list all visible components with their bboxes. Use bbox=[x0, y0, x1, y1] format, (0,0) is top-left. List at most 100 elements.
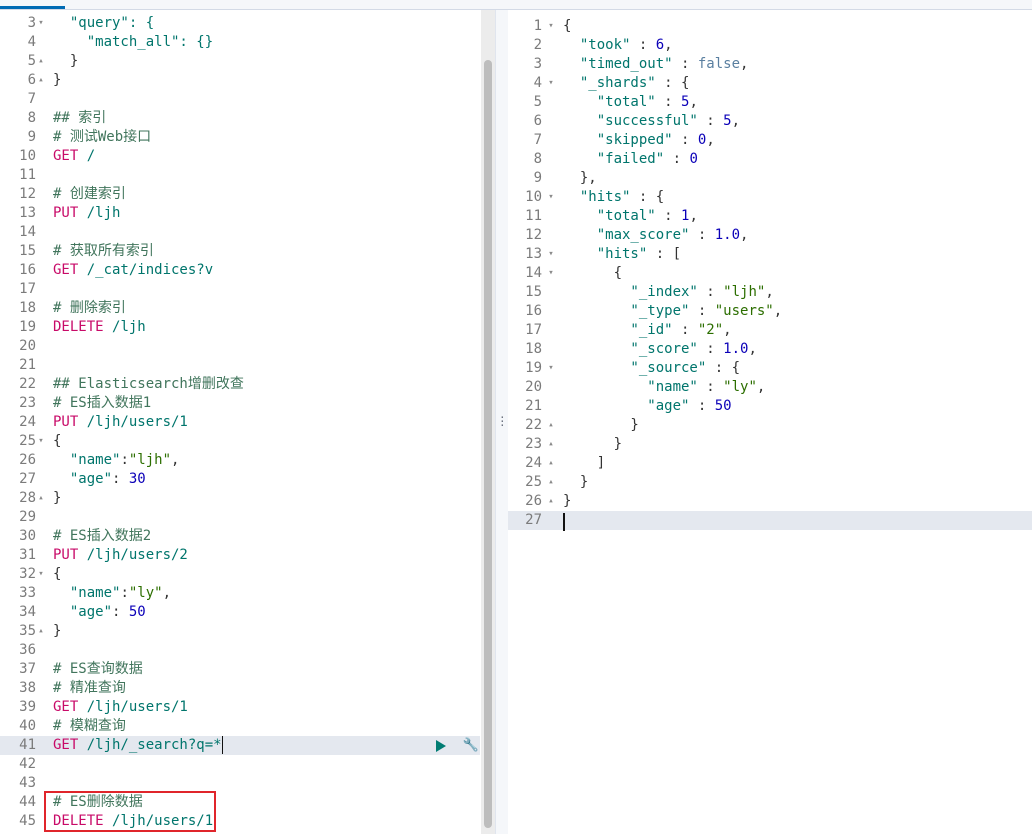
active-code-line[interactable]: 27 bbox=[508, 511, 1032, 530]
code-line[interactable]: 6 "successful" : 5, bbox=[508, 112, 1032, 131]
fold-open-icon[interactable]: ▾ bbox=[546, 264, 556, 283]
code-text: "total" : 1, bbox=[563, 207, 698, 226]
code-line[interactable]: 19 ▾ "_source" : { bbox=[508, 359, 1032, 378]
code-line[interactable]: 10 GET / bbox=[0, 147, 480, 166]
fold-open-icon[interactable]: ▾ bbox=[546, 74, 556, 93]
code-line[interactable]: 35 ▴} bbox=[0, 622, 480, 641]
line-number: 41 bbox=[19, 737, 36, 753]
code-line[interactable]: 18 # 删除索引 bbox=[0, 299, 480, 318]
code-line[interactable]: 12 "max_score" : 1.0, bbox=[508, 226, 1032, 245]
code-line[interactable]: 15 # 获取所有索引 bbox=[0, 242, 480, 261]
code-line[interactable]: 11 "total" : 1, bbox=[508, 207, 1032, 226]
fold-close-icon[interactable]: ▴ bbox=[36, 622, 46, 641]
panel-resizer[interactable]: · · · bbox=[495, 10, 509, 834]
code-line[interactable]: 3 "timed_out" : false, bbox=[508, 55, 1032, 74]
fold-open-icon[interactable]: ▾ bbox=[546, 188, 556, 207]
fold-open-icon[interactable]: ▾ bbox=[546, 359, 556, 378]
code-line[interactable]: 22 ▴ } bbox=[508, 416, 1032, 435]
code-line[interactable]: 10 ▾ "hits" : { bbox=[508, 188, 1032, 207]
code-line[interactable]: 27 "age": 30 bbox=[0, 470, 480, 489]
scrollbar-thumb[interactable] bbox=[484, 60, 492, 828]
code-line[interactable]: 8 ## 索引 bbox=[0, 109, 480, 128]
code-line[interactable]: 2 "took" : 6, bbox=[508, 36, 1032, 55]
code-line[interactable]: 24 PUT /ljh/users/1 bbox=[0, 413, 480, 432]
code-line[interactable]: 1 ▾ { bbox=[508, 17, 1032, 36]
code-line[interactable]: 33 "name":"ly", bbox=[0, 584, 480, 603]
code-line[interactable]: 38 # 精准查询 bbox=[0, 679, 480, 698]
line-number: 20 bbox=[525, 379, 542, 395]
code-line[interactable]: 14 ▾ { bbox=[508, 264, 1032, 283]
code-line[interactable]: 19 DELETE /ljh bbox=[0, 318, 480, 337]
active-tab-indicator[interactable] bbox=[0, 6, 65, 9]
code-line[interactable]: 16 "_type" : "users", bbox=[508, 302, 1032, 321]
code-line[interactable]: 26 ▴} bbox=[508, 492, 1032, 511]
request-editor-scrollbar[interactable] bbox=[481, 10, 495, 834]
code-line[interactable]: 20 "name" : "ly", bbox=[508, 378, 1032, 397]
fold-close-icon[interactable]: ▴ bbox=[546, 473, 556, 492]
code-line[interactable]: 21 bbox=[0, 356, 480, 375]
code-line[interactable]: 36 bbox=[0, 641, 480, 660]
code-line[interactable]: 31 PUT /ljh/users/2 bbox=[0, 546, 480, 565]
code-line[interactable]: 28 ▴} bbox=[0, 489, 480, 508]
fold-close-icon[interactable]: ▴ bbox=[546, 454, 556, 473]
code-line[interactable]: 4 ▾ "_shards" : { bbox=[508, 74, 1032, 93]
code-line[interactable]: 22 ## Elasticsearch增删改查 bbox=[0, 375, 480, 394]
fold-close-icon[interactable]: ▴ bbox=[546, 492, 556, 511]
code-line[interactable]: 6 ▴} bbox=[0, 71, 480, 90]
response-viewer[interactable]: 1 ▾{2 "took" : 6, 3 "timed_out" : false, 4 ▾… bbox=[508, 10, 1032, 834]
code-line[interactable]: 7 "skipped" : 0, bbox=[508, 131, 1032, 150]
code-line[interactable]: 18 "_score" : 1.0, bbox=[508, 340, 1032, 359]
code-line[interactable]: 13 ▾ "hits" : [ bbox=[508, 245, 1032, 264]
code-line[interactable]: 34 "age": 50 bbox=[0, 603, 480, 622]
code-line[interactable]: 24 ▴ ] bbox=[508, 454, 1032, 473]
code-line[interactable]: 26 "name":"ljh", bbox=[0, 451, 480, 470]
wrench-icon[interactable]: 🔧 bbox=[462, 736, 478, 755]
fold-close-icon[interactable]: ▴ bbox=[36, 71, 46, 90]
code-line[interactable]: 23 ▴ } bbox=[508, 435, 1032, 454]
code-line[interactable]: 32 ▾ { bbox=[0, 565, 480, 584]
code-line[interactable]: 37 # ES查询数据 bbox=[0, 660, 480, 679]
fold-open-icon[interactable]: ▾ bbox=[546, 245, 556, 264]
code-line[interactable]: 13 PUT /ljh bbox=[0, 204, 480, 223]
fold-open-icon[interactable]: ▾ bbox=[36, 432, 46, 451]
code-line[interactable]: 39 GET /ljh/users/1 bbox=[0, 698, 480, 717]
fold-close-icon[interactable]: ▴ bbox=[546, 435, 556, 454]
code-line[interactable]: 23 # ES插入数据1 bbox=[0, 394, 480, 413]
code-line[interactable]: 7 bbox=[0, 90, 480, 109]
code-line[interactable]: 8 "failed" : 0 bbox=[508, 150, 1032, 169]
code-line[interactable]: 17 bbox=[0, 280, 480, 299]
code-text: ## Elasticsearch增删改查 bbox=[53, 375, 244, 394]
request-editor[interactable]: 3 ▾ "query": {4 "match_all": {} 5 ▴ } 6 ▴} 7 8 #… bbox=[0, 10, 480, 834]
code-line[interactable]: 21 "age" : 50 bbox=[508, 397, 1032, 416]
code-line[interactable]: 17 "_id" : "2", bbox=[508, 321, 1032, 340]
code-line[interactable]: 14 bbox=[0, 223, 480, 242]
active-code-line[interactable]: 41 GET /ljh/_search?q=* bbox=[0, 736, 480, 755]
code-line[interactable]: 25 ▾ { bbox=[0, 432, 480, 451]
fold-close-icon[interactable]: ▴ bbox=[36, 489, 46, 508]
code-line[interactable]: 9 }, bbox=[508, 169, 1032, 188]
code-line[interactable]: 5 ▴ } bbox=[0, 52, 480, 71]
code-line[interactable]: 3 ▾ "query": { bbox=[0, 14, 480, 33]
code-line[interactable]: 40 # 模糊查询 bbox=[0, 717, 480, 736]
code-line[interactable]: 25 ▴ } bbox=[508, 473, 1032, 492]
code-line[interactable]: 12 # 创建索引 bbox=[0, 185, 480, 204]
play-icon[interactable] bbox=[436, 740, 446, 752]
code-line[interactable]: 15 "_index" : "ljh", bbox=[508, 283, 1032, 302]
code-line[interactable]: 5 "total" : 5, bbox=[508, 93, 1032, 112]
fold-open-icon[interactable]: ▾ bbox=[546, 17, 556, 36]
code-line[interactable]: 9 # 测试Web接口 bbox=[0, 128, 480, 147]
code-line[interactable]: 16 GET /_cat/indices?v bbox=[0, 261, 480, 280]
code-token-str: "ljh" bbox=[723, 284, 766, 300]
code-line[interactable]: 29 bbox=[0, 508, 480, 527]
line-number: 20 bbox=[19, 338, 36, 354]
code-line[interactable]: 11 bbox=[0, 166, 480, 185]
code-line[interactable]: 20 bbox=[0, 337, 480, 356]
fold-close-icon[interactable]: ▴ bbox=[546, 416, 556, 435]
code-line[interactable]: 30 # ES插入数据2 bbox=[0, 527, 480, 546]
code-line[interactable]: 4 "match_all": {} bbox=[0, 33, 480, 52]
fold-open-icon[interactable]: ▾ bbox=[36, 565, 46, 584]
fold-open-icon[interactable]: ▾ bbox=[36, 14, 46, 33]
code-line[interactable]: 42 bbox=[0, 755, 480, 774]
drag-handle-icon[interactable]: · · · bbox=[499, 412, 506, 431]
fold-close-icon[interactable]: ▴ bbox=[36, 52, 46, 71]
